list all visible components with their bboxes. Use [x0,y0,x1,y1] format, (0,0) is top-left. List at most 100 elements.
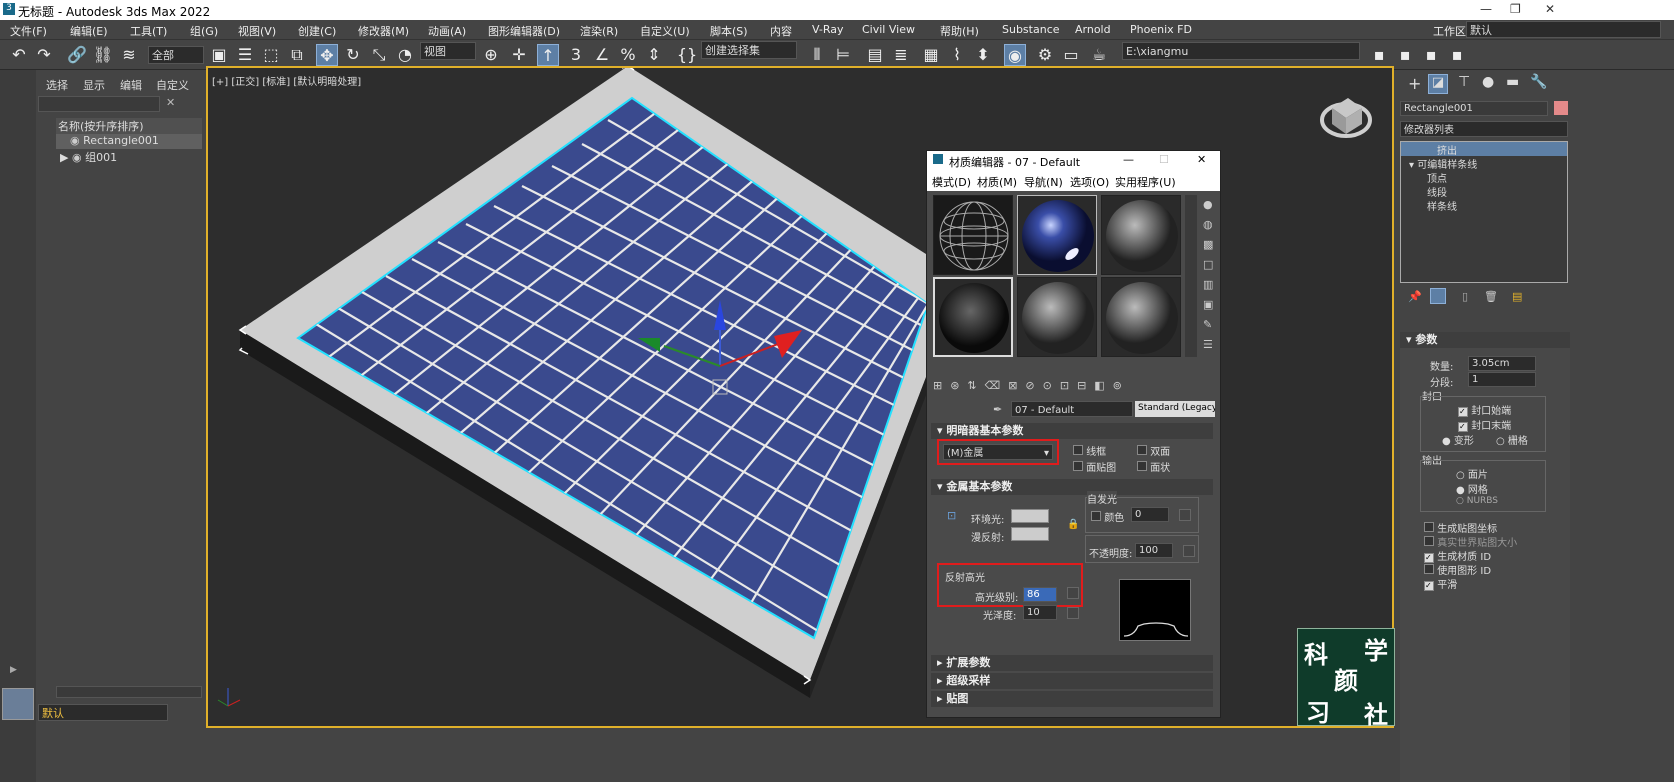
spec-level-map-button[interactable] [1067,587,1079,599]
material-name-field[interactable]: 07 - Default [1011,401,1133,417]
patch-radio[interactable]: ○ 面片 [1456,466,1488,481]
material-tool-row[interactable]: ⊞⊛⇅⌫⊠⊘⊙⊡⊟◧⊚ [933,379,1213,395]
align-icon[interactable]: ⊨ [832,44,854,66]
bind-spacewarp-icon[interactable]: ≋ [118,44,140,66]
select-object-icon[interactable]: ▣ [208,44,230,66]
menu-view[interactable]: 视图(V) [238,23,276,39]
selection-filter[interactable]: 全部 [148,46,204,64]
pick-material-icon[interactable]: ✒ [993,403,1002,416]
gloss-map-button[interactable] [1067,607,1079,619]
curve-editor-icon[interactable]: ⌇ [946,44,968,66]
eye-icon[interactable]: ◉ [72,151,82,164]
display-tab-icon[interactable]: ▬ [1506,74,1519,90]
stack-item-spline[interactable]: 样条线 [1401,198,1567,213]
self-illum-spinner[interactable]: 0 [1131,507,1169,522]
gen-mat-id-checkbox[interactable]: ✓ 生成材质 ID [1424,548,1491,563]
layer-explorer-icon[interactable]: ≣ [890,44,912,66]
modifier-list-select[interactable]: 修改器列表 [1400,121,1568,137]
opacity-map-button[interactable] [1183,545,1195,557]
motion-tab-icon[interactable]: ● [1482,74,1494,90]
background-icon[interactable]: ▩ [1203,235,1217,255]
menu-edit[interactable]: 编辑(E) [70,23,108,39]
menu-help[interactable]: 帮助(H) [940,23,979,39]
lock-ambient-diffuse-icon[interactable]: ⊡ [947,509,956,522]
menu-modifiers[interactable]: 修改器(M) [358,23,409,39]
pin-stack-icon[interactable]: 📌 [1408,290,1422,303]
menu-create[interactable]: 创建(C) [298,23,336,39]
menu-content[interactable]: 内容 [770,23,792,39]
percent-snap-icon[interactable]: % [617,44,639,66]
expand-icon[interactable]: ▶ [60,151,68,164]
lock-icon[interactable]: 🔒 [1067,519,1079,530]
unlink-icon[interactable]: ⛓ [92,44,114,66]
create-tab-icon[interactable]: + [1408,74,1421,93]
view-cube[interactable] [1320,98,1372,138]
menu-phoenix[interactable]: Phoenix FD [1130,23,1192,36]
faceted-checkbox[interactable]: 面状 [1137,459,1170,474]
modifier-stack[interactable]: 挤出 ▾ 可编辑样条线 顶点 线段 样条线 [1400,141,1568,283]
menu-tools[interactable]: 工具(T) [130,23,167,39]
edit-named-sel-icon[interactable]: {} [676,44,698,66]
column-header[interactable]: 名称(按升序排序) [56,118,202,134]
spinner-snap-icon[interactable]: ⇕ [643,44,665,66]
sample-slot-5[interactable] [1017,277,1097,357]
make-preview-icon[interactable]: ▣ [1203,295,1217,315]
self-illum-map-button[interactable] [1179,509,1191,521]
extended-params-header[interactable]: ▸ 扩展参数 [931,655,1213,671]
gen-map-checkbox[interactable]: 生成贴图坐标 [1424,520,1497,535]
menu-group[interactable]: 组(G) [190,23,218,39]
menu-animation[interactable]: 动画(A) [428,23,466,39]
toolbar-extra-2-icon[interactable]: ▪ [1420,44,1442,66]
redo-icon[interactable]: ↷ [33,44,55,66]
stack-item-extrude[interactable]: 挤出 [1401,142,1567,157]
toolbar-extra-1-icon[interactable]: ▪ [1394,44,1416,66]
sample-slot-2[interactable] [1017,195,1097,275]
place-icon[interactable]: ◔ [394,44,416,66]
clear-search-icon[interactable]: ✕ [166,96,175,109]
sample-slot-6[interactable] [1101,277,1181,357]
spec-level-spinner[interactable]: 86 [1023,587,1057,602]
menu-modes[interactable]: 模式(D) [932,174,971,190]
minimize-icon[interactable]: — [1480,2,1492,16]
supersampling-header[interactable]: ▸ 超级采样 [931,673,1213,689]
cap-start-checkbox[interactable]: ✓ 封口始端 [1458,402,1511,417]
menu-substance[interactable]: Substance [1002,23,1060,36]
layer-select[interactable]: 默认 [38,704,168,721]
undo-icon[interactable]: ↶ [8,44,30,66]
render-icon[interactable]: ☕ [1088,44,1110,66]
project-path[interactable]: E:\xiangmu [1122,42,1360,60]
workspace-select[interactable]: 默认 [1466,21,1661,38]
named-selection-set[interactable]: 创建选择集 [701,41,797,59]
metal-rollout-header[interactable]: ▾ 金属基本参数 [931,479,1213,495]
schematic-view-icon[interactable]: ⬍ [972,44,994,66]
object-name-field[interactable]: Rectangle001 [1400,101,1548,116]
diffuse-color-swatch[interactable] [1011,527,1049,541]
menu-civil-view[interactable]: Civil View [862,23,915,36]
stack-item-editable-spline[interactable]: ▾ 可编辑样条线 [1401,156,1567,171]
menu-graph-editors[interactable]: 图形编辑器(D) [488,23,560,39]
render-frame-icon[interactable]: ▭ [1060,44,1082,66]
menu-navigation[interactable]: 导航(N) [1024,174,1063,190]
modify-tab-icon[interactable]: ◪ [1428,74,1448,94]
eye-icon[interactable]: ◉ [70,134,80,147]
amount-spinner[interactable]: 3.05cm [1468,356,1536,371]
sample-slot-3[interactable] [1101,195,1181,275]
shader-rollout-header[interactable]: ▾ 明暗器基本参数 [931,423,1213,439]
mirror-icon[interactable]: ⫴ [806,44,828,66]
use-shape-id-checkbox[interactable]: 使用图形 ID [1424,562,1491,577]
scene-explorer-icon[interactable]: ▤ [864,44,886,66]
scale-icon[interactable]: ⤡ [368,44,390,66]
horizontal-scrollbar[interactable] [56,686,202,698]
dialog-title-bar[interactable]: 材质编辑器 - 07 - Default — ☐ ✕ [927,151,1220,171]
material-editor-icon[interactable]: ◉ [1004,44,1026,66]
link-icon[interactable]: 🔗 [66,44,88,66]
wire-checkbox[interactable]: 线框 [1073,443,1106,458]
menu-options[interactable]: 选项(O) [1070,174,1109,190]
backlight-icon[interactable]: ◍ [1203,215,1217,235]
reference-coord-select[interactable]: 视图 [420,42,476,60]
menu-rendering[interactable]: 渲染(R) [580,23,618,39]
toolbar-extra-3-icon[interactable]: ▪ [1446,44,1468,66]
render-setup-icon[interactable]: ⚙ [1034,44,1056,66]
restore-icon[interactable]: ❐ [1510,2,1521,16]
menu-scripting[interactable]: 脚本(S) [710,23,748,39]
